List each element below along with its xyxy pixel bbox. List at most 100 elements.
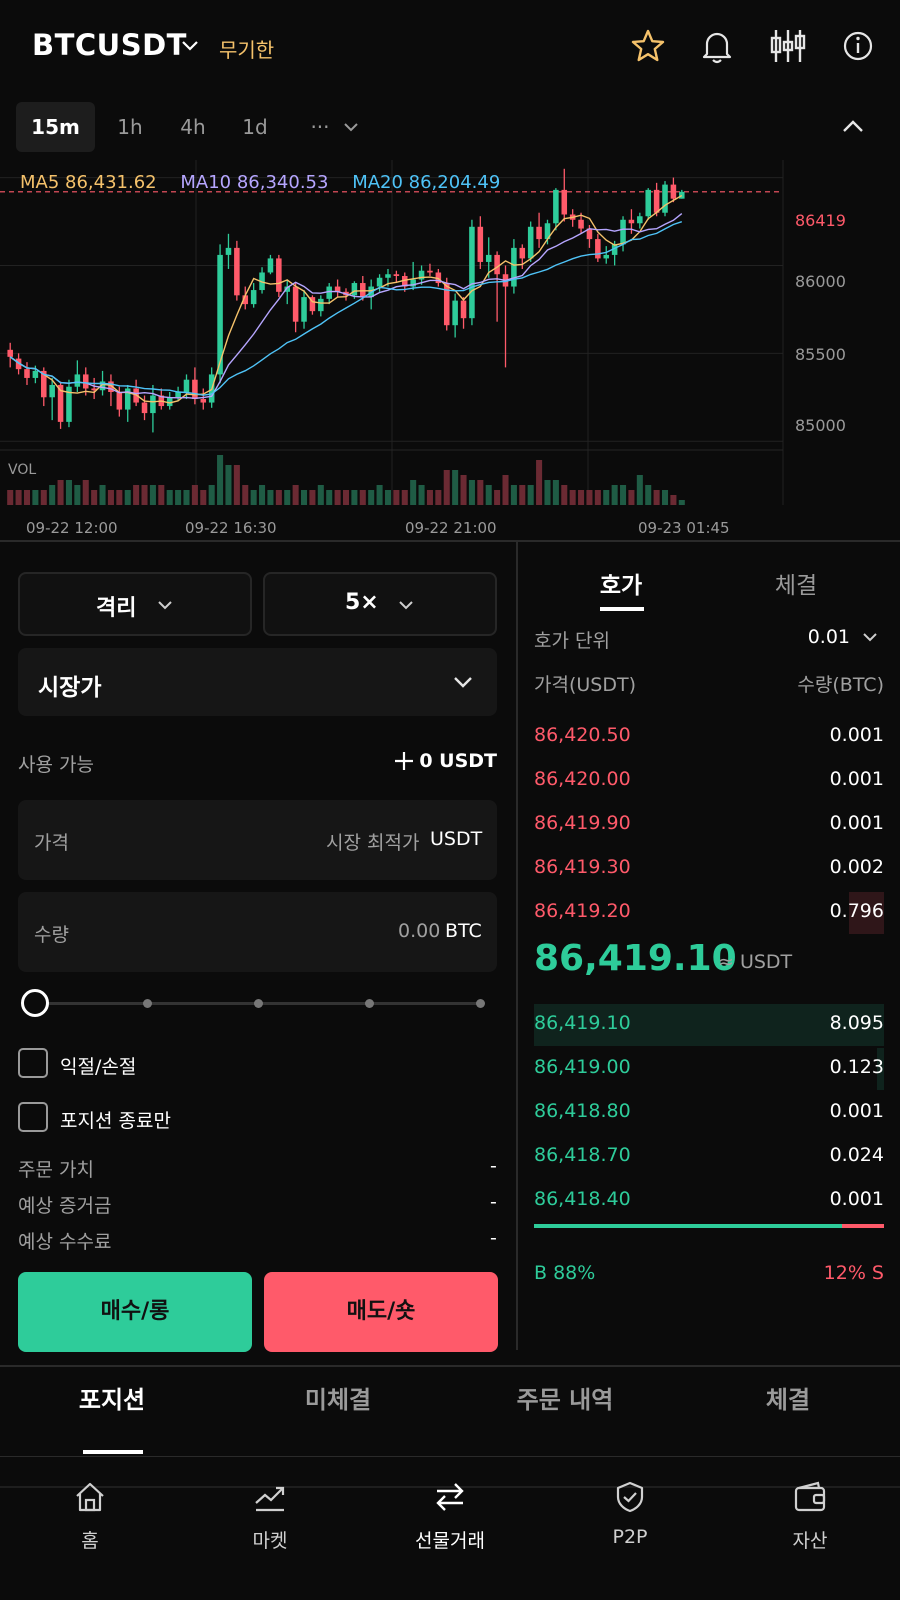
candle-body — [670, 184, 677, 199]
reduce-only-checkbox[interactable] — [18, 1102, 48, 1132]
slider-step-dot[interactable] — [143, 999, 152, 1008]
nav-market[interactable]: 마켓 — [210, 1480, 330, 1553]
candle-body — [183, 379, 190, 392]
price-placeholder: 시장 최적가 — [326, 832, 420, 854]
sell-short-button[interactable]: 매도/숏 — [264, 1272, 498, 1352]
candle-body — [360, 283, 366, 298]
volume-bar — [544, 480, 551, 505]
bell-icon[interactable] — [697, 26, 737, 66]
volume-bar — [603, 490, 610, 505]
leverage-select[interactable]: 5× — [263, 572, 497, 636]
timeframe-more[interactable]: ··· — [300, 102, 340, 152]
est-fee-value: - — [490, 1227, 497, 1249]
candle-body — [385, 274, 391, 278]
chevron-down-icon[interactable] — [180, 36, 200, 56]
volume-bar — [149, 485, 156, 505]
tp-sl-checkbox[interactable] — [18, 1048, 48, 1078]
mid-price-unit: ≈ USDT — [718, 951, 793, 973]
margin-mode-select[interactable]: 격리 — [18, 572, 252, 636]
candlestick-settings-icon[interactable] — [768, 26, 808, 66]
candle-body — [637, 216, 643, 224]
bid-row[interactable]: 86,419.10 8.095 — [534, 1004, 884, 1046]
ask-row[interactable]: 86,420.50 0.001 — [534, 716, 884, 756]
order-price: 86,419.00 — [534, 1056, 631, 1078]
volume-bar — [267, 490, 274, 505]
tab-order-history[interactable]: 주문 내역 — [500, 1380, 630, 1415]
slider-step-dot[interactable] — [476, 999, 485, 1008]
quantity-placeholder: 0.00 — [398, 920, 441, 942]
chevron-down-icon[interactable] — [862, 630, 878, 644]
order-price: 86,420.00 — [534, 768, 631, 790]
volume-bar — [242, 485, 249, 505]
nav-p2p[interactable]: P2P — [570, 1480, 690, 1548]
price-unit: USDT — [430, 828, 483, 850]
ask-row[interactable]: 86,419.20 0.796 — [534, 892, 884, 934]
ask-row[interactable]: 86,419.30 0.002 — [534, 848, 884, 888]
tp-sl-label[interactable]: 익절/손절 — [60, 1052, 136, 1079]
bid-row[interactable]: 86,419.00 0.123 — [534, 1048, 884, 1090]
bid-row[interactable]: 86,418.70 0.024 — [534, 1136, 884, 1176]
bid-row[interactable]: 86,418.80 0.001 — [534, 1092, 884, 1132]
slider-step-dot[interactable] — [365, 999, 374, 1008]
chevron-down-icon[interactable] — [343, 120, 359, 134]
candle-body — [527, 226, 534, 259]
ask-row[interactable]: 86,420.00 0.001 — [534, 760, 884, 800]
reduce-only-label[interactable]: 포지션 종료만 — [60, 1106, 171, 1133]
timeframe-4h[interactable]: 4h — [168, 102, 218, 152]
nav-home[interactable]: 홈 — [30, 1480, 150, 1553]
volume-bar — [393, 490, 400, 505]
volume-bar — [317, 485, 324, 505]
symbol-title[interactable]: BTCUSDT — [32, 28, 187, 62]
buy-ratio-label: B 88% — [534, 1262, 596, 1284]
ask-row[interactable]: 86,419.90 0.001 — [534, 804, 884, 844]
tab-order-book[interactable]: 호가 — [580, 566, 662, 600]
amount-slider-thumb[interactable] — [21, 989, 49, 1017]
timeframe-1h[interactable]: 1h — [105, 102, 155, 152]
volume-bar — [418, 485, 425, 505]
bid-row[interactable]: 86,418.40 0.001 — [534, 1180, 884, 1220]
candle-body — [74, 374, 81, 387]
candle-body — [628, 219, 635, 224]
volume-bar — [368, 490, 375, 505]
candle-body — [24, 369, 30, 378]
tab-trades[interactable]: 체결 — [755, 566, 837, 600]
nav-futures[interactable]: 선물거래 — [390, 1480, 510, 1553]
tab-fills[interactable]: 체결 — [738, 1380, 838, 1415]
candle-body — [485, 254, 492, 262]
volume-bar — [250, 490, 257, 505]
volume-bar — [561, 485, 568, 505]
candle-body — [351, 283, 358, 296]
star-icon[interactable] — [628, 26, 668, 66]
price-field[interactable]: 가격 시장 최적가 USDT — [18, 800, 497, 880]
ma-legend: MA5 86,431.62 MA10 86,340.53 MA20 86,204… — [20, 172, 518, 193]
est-margin-value: - — [490, 1191, 497, 1213]
slider-step-dot[interactable] — [254, 999, 263, 1008]
order-type-select[interactable]: 시장가 — [18, 648, 497, 716]
volume-bar — [284, 490, 291, 505]
tab-positions[interactable]: 포지션 — [62, 1380, 162, 1415]
order-price: 86,419.90 — [534, 812, 631, 834]
price-chart[interactable] — [0, 160, 900, 540]
candle-body — [267, 258, 274, 273]
tick-size-value[interactable]: 0.01 — [808, 626, 850, 648]
tab-open-orders[interactable]: 미체결 — [288, 1380, 388, 1415]
nav-assets[interactable]: 자산 — [750, 1480, 870, 1553]
candle-body — [553, 189, 559, 224]
quantity-unit: BTC — [445, 920, 482, 942]
volume-bar — [124, 490, 131, 505]
collapse-chart-icon[interactable] — [840, 114, 866, 140]
volume-bar — [527, 485, 534, 505]
nav-p2p-label: P2P — [612, 1526, 648, 1548]
volume-bar — [225, 465, 232, 505]
info-icon[interactable] — [838, 26, 878, 66]
volume-bar — [301, 490, 308, 505]
timeframe-1d[interactable]: 1d — [230, 102, 280, 152]
volume-bar — [384, 490, 391, 505]
buy-long-button[interactable]: 매수/롱 — [18, 1272, 252, 1352]
volume-bar — [74, 485, 81, 505]
plus-icon[interactable] — [393, 750, 415, 772]
volume-bar — [133, 485, 140, 505]
volume-bar — [594, 490, 601, 505]
timeframe-15m[interactable]: 15m — [16, 102, 95, 152]
quantity-field[interactable]: 수량 0.00 BTC — [18, 892, 497, 972]
